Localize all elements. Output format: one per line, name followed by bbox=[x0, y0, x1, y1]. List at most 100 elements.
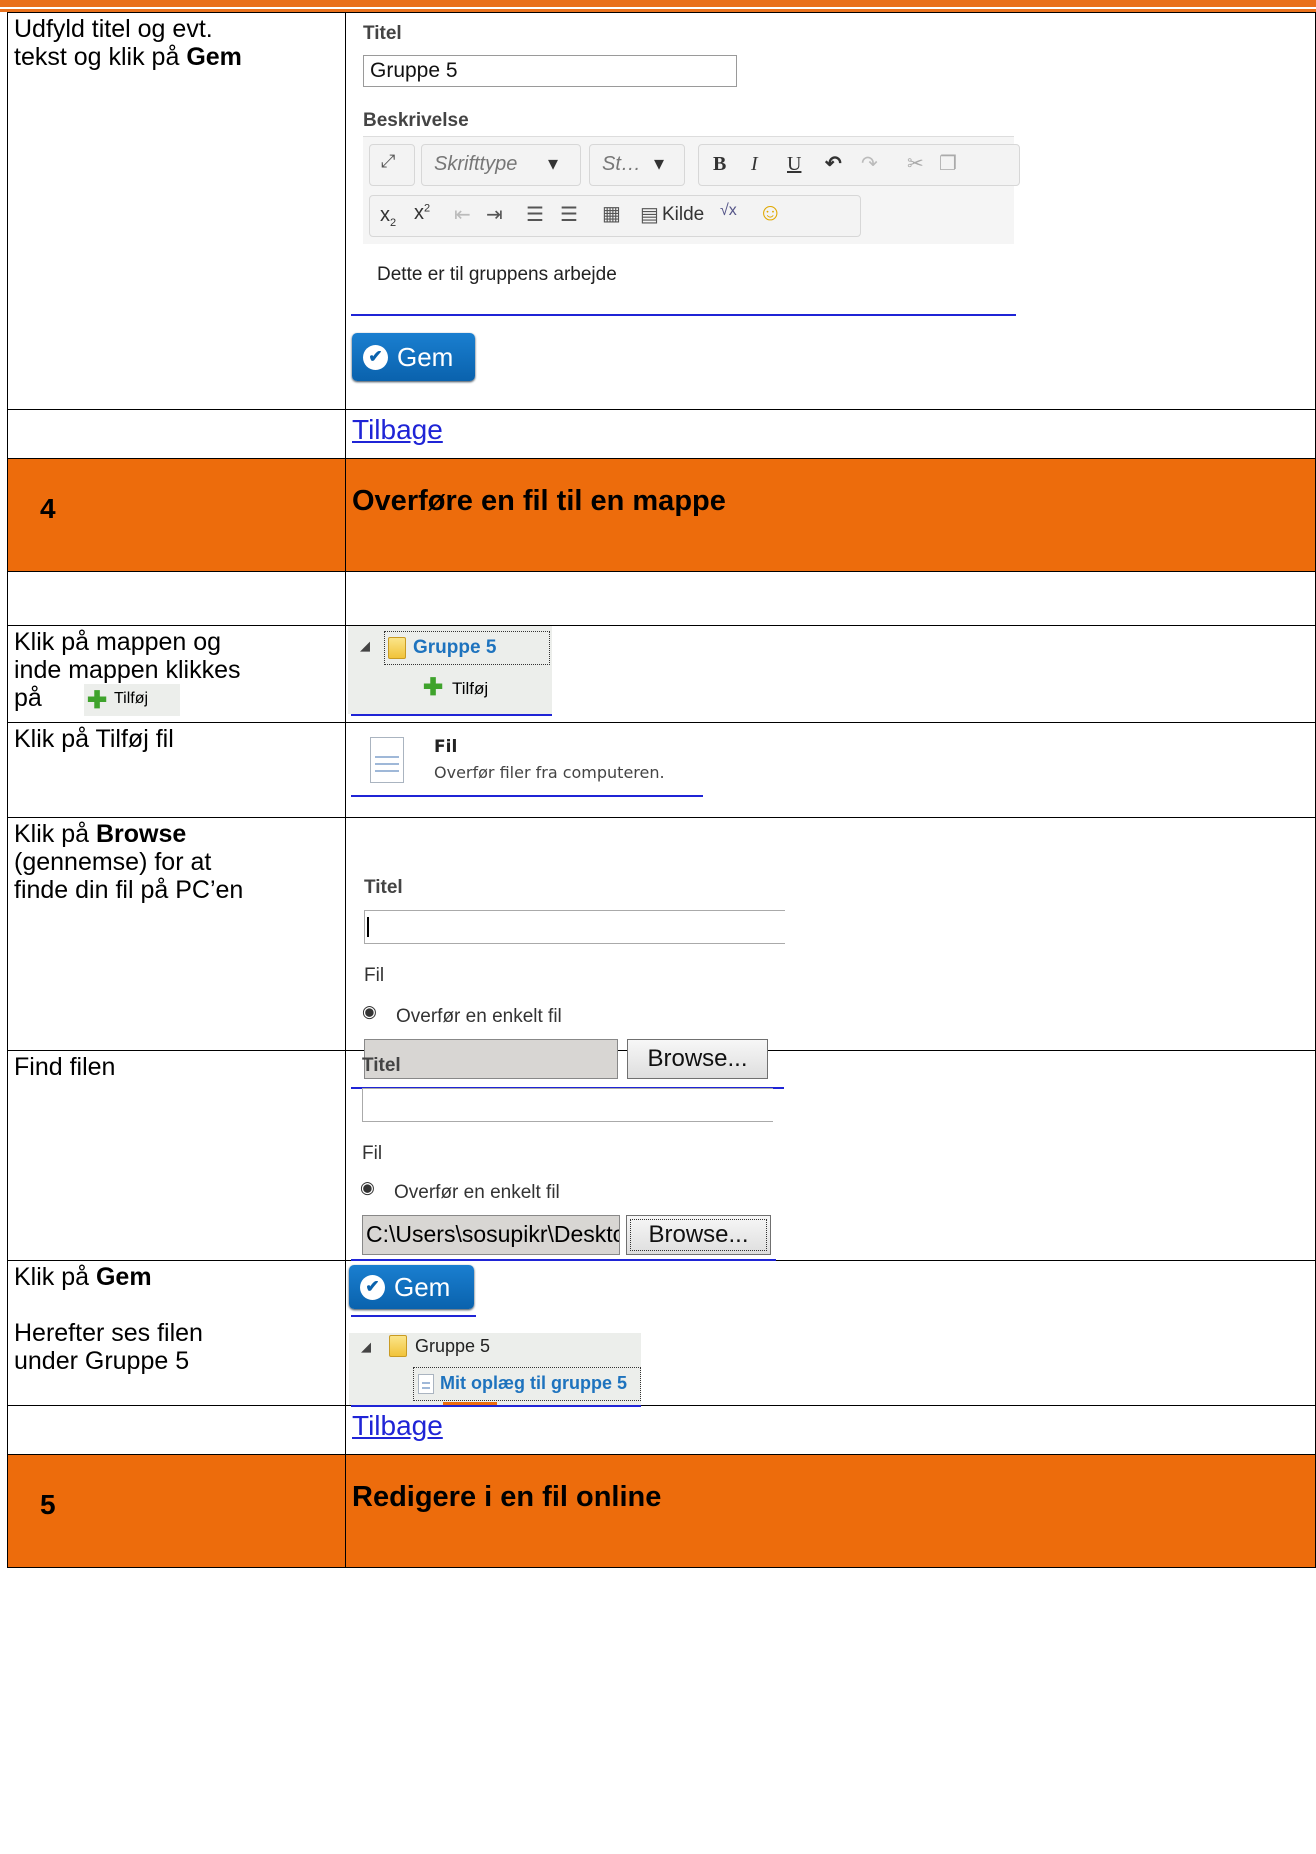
copy-icon[interactable]: ❐ bbox=[939, 151, 957, 176]
title-label: Titel bbox=[362, 1055, 401, 1076]
bold-icon[interactable]: B bbox=[713, 153, 726, 176]
editor-text: Dette er til gruppens arbejde bbox=[377, 264, 617, 285]
folder-icon bbox=[388, 637, 406, 659]
font-select[interactable]: Skrifttype ▾ bbox=[421, 144, 581, 186]
file-label: Fil bbox=[364, 965, 385, 986]
table-row: Klik på Browse (gennemse) for at finde d… bbox=[7, 817, 1316, 1089]
indent-icon[interactable]: ⇥ bbox=[486, 202, 503, 227]
title-label: Titel bbox=[364, 877, 403, 898]
table-row: Tilbage bbox=[7, 1405, 1316, 1455]
undo-icon[interactable]: ↶ bbox=[825, 151, 842, 176]
add-link[interactable]: Tilføj bbox=[452, 679, 488, 699]
source-icon[interactable]: ▤ bbox=[640, 202, 659, 227]
save-button[interactable]: ✔ Gem bbox=[349, 1265, 474, 1309]
section-title: Overføre en fil til en mappe bbox=[352, 485, 726, 517]
redo-icon[interactable]: ↷ bbox=[861, 151, 878, 176]
instruction-table: Udfyld titel og evt. tekst og klik på Ge… bbox=[7, 12, 1316, 1568]
description-label: Beskrivelse bbox=[363, 110, 469, 131]
instruction-text: Udfyld titel og evt. tekst og klik på Ge… bbox=[14, 15, 242, 71]
source-label[interactable]: Kilde bbox=[662, 204, 704, 226]
chevron-down-icon: ▾ bbox=[548, 153, 559, 175]
screenshot-underline bbox=[351, 314, 1016, 316]
save-button[interactable]: ✔ Gem bbox=[352, 333, 475, 381]
radio-button[interactable]: ◉ bbox=[362, 1002, 377, 1022]
cut-icon[interactable]: ✂ bbox=[907, 151, 924, 176]
title-input[interactable]: Gruppe 5 bbox=[363, 55, 737, 87]
radio-button[interactable]: ◉ bbox=[360, 1178, 375, 1198]
save-button-label: Gem bbox=[397, 341, 454, 372]
section-number: 5 bbox=[40, 1489, 56, 1520]
instruction-text: Klik på Browse (gennemse) for at finde d… bbox=[14, 820, 244, 904]
expand-triangle-icon: ◢ bbox=[361, 1339, 371, 1354]
table-icon[interactable]: ▦ bbox=[602, 201, 621, 226]
section-number: 4 bbox=[40, 493, 56, 524]
check-icon: ✔ bbox=[360, 1274, 385, 1300]
folder-node[interactable]: Gruppe 5 bbox=[384, 631, 550, 665]
file-name: Mit oplæg til gruppe 5 bbox=[440, 1373, 627, 1393]
inline-add-button: ✚ Tilføj bbox=[84, 684, 180, 716]
math-icon[interactable]: √x bbox=[720, 202, 737, 220]
section-title: Redigere i en fil online bbox=[352, 1481, 662, 1513]
top-accent-rule bbox=[0, 0, 1316, 7]
back-link[interactable]: Tilbage bbox=[346, 410, 443, 446]
instruction-text: Find filen bbox=[14, 1053, 116, 1081]
chevron-down-icon: ▾ bbox=[654, 153, 665, 175]
subscript-icon[interactable]: x2 bbox=[380, 204, 396, 229]
title-input[interactable] bbox=[362, 1088, 773, 1122]
rich-text-editor: ⤢ Skrifttype ▾ St… ▾ B I U ↶ ↷ ✂ ❐ x2 x2… bbox=[363, 136, 1020, 313]
inline-add-label: Tilføj bbox=[114, 690, 149, 707]
folder-tree-screenshot: ◢ Gruppe 5 ✚ Tilføj bbox=[348, 626, 552, 714]
file-option-title[interactable]: Fil bbox=[434, 737, 457, 757]
plus-icon: ✚ bbox=[423, 674, 444, 701]
size-select[interactable]: St… ▾ bbox=[589, 144, 685, 186]
table-row: Klik på mappen og inde mappen klikkes på… bbox=[7, 625, 1316, 723]
radio-label: Overfør en enkelt fil bbox=[394, 1182, 560, 1203]
table-row: Tilbage bbox=[7, 409, 1316, 459]
plus-icon: ✚ bbox=[87, 687, 108, 714]
title-input[interactable] bbox=[364, 910, 785, 944]
font-select-value: Skrifttype bbox=[434, 153, 518, 175]
instruction-text: Klik på Gem Herefter ses filen under Gru… bbox=[14, 1263, 203, 1375]
file-icon bbox=[370, 737, 404, 783]
file-path-input[interactable]: C:\Users\sosupikr\Desktc bbox=[362, 1215, 620, 1255]
folder-icon bbox=[389, 1335, 407, 1357]
table-row: Udfyld titel og evt. tekst og klik på Ge… bbox=[7, 12, 1316, 410]
section-header: 4 Overføre en fil til en mappe bbox=[7, 458, 1316, 572]
format-toolbar: B I U ↶ ↷ ✂ ❐ bbox=[698, 144, 1020, 186]
size-select-value: St… bbox=[602, 153, 641, 175]
underline-icon[interactable]: U bbox=[787, 153, 801, 176]
save-button-label: Gem bbox=[394, 1271, 451, 1302]
edit-folder-screenshot: Titel Gruppe 5 Beskrivelse ⤢ Skrifttype … bbox=[346, 13, 1036, 408]
section-header: 5 Redigere i en fil online bbox=[7, 1454, 1316, 1568]
outdent-icon[interactable]: ⇤ bbox=[454, 202, 471, 227]
title-label: Titel bbox=[363, 23, 402, 44]
back-link[interactable]: Tilbage bbox=[346, 1406, 443, 1442]
file-option-description: Overfør filer fra computeren. bbox=[434, 763, 665, 782]
check-icon: ✔ bbox=[363, 344, 388, 370]
smiley-icon[interactable]: ☺ bbox=[758, 199, 783, 227]
numbered-list-icon[interactable]: ☰ bbox=[526, 202, 544, 227]
maximize-button[interactable]: ⤢ bbox=[369, 144, 415, 186]
bullet-list-icon[interactable]: ☰ bbox=[560, 202, 578, 227]
table-row: Find filen Titel Fil ◉ Overfør en enkelt… bbox=[7, 1050, 1316, 1261]
superscript-icon[interactable]: x2 bbox=[414, 202, 430, 225]
insert-toolbar: x2 x2 ⇤ ⇥ ☰ ☰ ▦ ▤ Kilde √x ☺ bbox=[369, 195, 861, 237]
expand-triangle-icon: ◢ bbox=[360, 638, 370, 653]
folder-tree-screenshot: ◢ Gruppe 5 Mit oplæg til gruppe 5 bbox=[349, 1333, 641, 1405]
file-node[interactable]: Mit oplæg til gruppe 5 bbox=[413, 1367, 641, 1401]
screenshot-underline bbox=[351, 714, 552, 716]
folder-name[interactable]: Gruppe 5 bbox=[415, 1336, 490, 1357]
table-row bbox=[7, 571, 1316, 626]
table-row: Klik på Gem Herefter ses filen under Gru… bbox=[7, 1260, 1316, 1407]
text-cursor bbox=[367, 917, 369, 937]
italic-icon[interactable]: I bbox=[751, 153, 758, 176]
browse-button[interactable]: Browse... bbox=[626, 1215, 771, 1255]
file-icon bbox=[418, 1374, 434, 1394]
screenshot-underline bbox=[351, 1315, 476, 1317]
radio-label: Overfør en enkelt fil bbox=[396, 1006, 562, 1027]
screenshot-underline bbox=[351, 795, 703, 797]
file-label: Fil bbox=[362, 1143, 383, 1164]
editor-body[interactable]: Dette er til gruppens arbejde bbox=[363, 244, 1014, 313]
maximize-icon: ⤢ bbox=[381, 151, 396, 171]
instruction-text: Klik på Tilføj fil bbox=[14, 725, 174, 753]
